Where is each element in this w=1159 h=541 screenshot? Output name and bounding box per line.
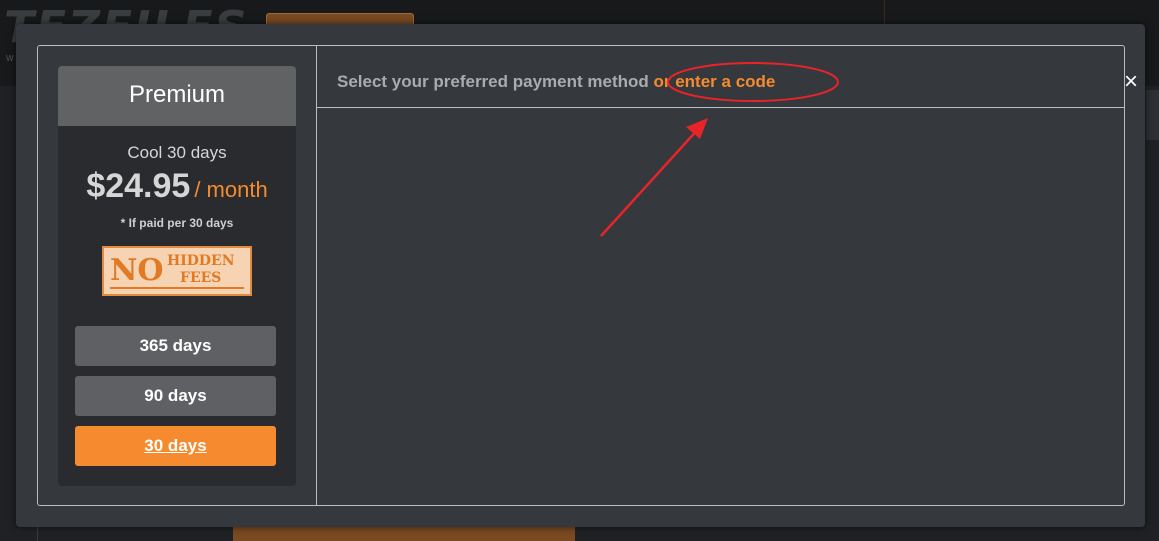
payment-header: Select your preferred payment method or … bbox=[317, 46, 1124, 108]
plan-column: Premium Cool 30 days $24.95/ month * If … bbox=[38, 46, 317, 505]
payment-column: Select your preferred payment method or … bbox=[317, 46, 1124, 505]
background-right-panel bbox=[1146, 90, 1159, 140]
close-icon[interactable]: × bbox=[1120, 70, 1142, 94]
site-logo-sub: W bbox=[6, 54, 14, 63]
payment-prompt-text: Select your preferred payment method bbox=[337, 72, 649, 91]
enter-code-link[interactable]: or enter a code bbox=[654, 72, 776, 91]
badge-fees-text: FEES bbox=[180, 270, 222, 286]
plan-title: Premium bbox=[58, 66, 296, 126]
plan-period: / month bbox=[194, 177, 268, 202]
payment-modal: Premium Cool 30 days $24.95/ month * If … bbox=[16, 24, 1145, 527]
plan-subtitle: Cool 30 days bbox=[127, 143, 227, 162]
plan-price: $24.95 bbox=[86, 167, 191, 205]
badge-no-text: NO bbox=[110, 253, 164, 288]
price-note: * If paid per 30 days bbox=[120, 216, 234, 230]
modal-content-frame: Premium Cool 30 days $24.95/ month * If … bbox=[37, 45, 1138, 506]
duration-90-days-button[interactable]: 90 days bbox=[75, 376, 276, 416]
background-bottom-divider bbox=[37, 527, 38, 541]
plan-card: Premium Cool 30 days $24.95/ month * If … bbox=[58, 66, 296, 486]
background-bottom-orange-block bbox=[233, 527, 575, 541]
badge-underline bbox=[110, 287, 244, 289]
duration-30-days-button[interactable]: 30 days bbox=[75, 426, 276, 466]
duration-365-days-button[interactable]: 365 days bbox=[75, 326, 276, 366]
badge-hidden-text: HIDDEN bbox=[167, 253, 235, 269]
price-row: $24.95/ month bbox=[58, 167, 296, 206]
no-hidden-fees-badge: NO HIDDEN FEES bbox=[102, 246, 252, 296]
payment-prompt: Select your preferred payment method or … bbox=[337, 72, 775, 92]
